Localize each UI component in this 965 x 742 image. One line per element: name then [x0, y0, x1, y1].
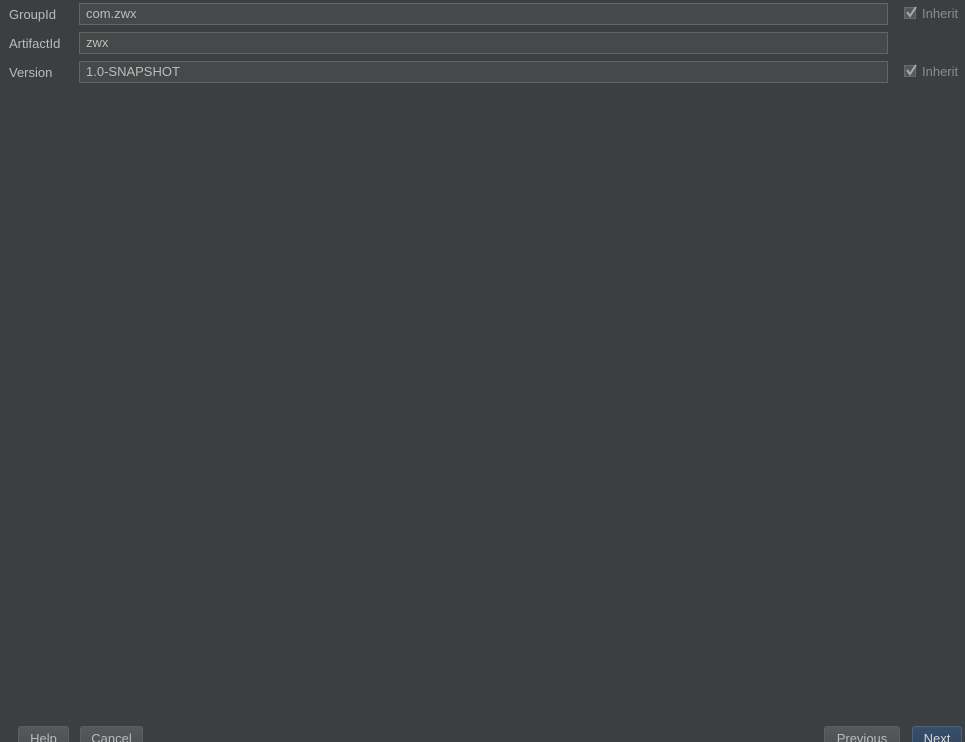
new-project-dialog: GroupId Inherit ArtifactId Version Inher… [0, 0, 965, 742]
next-button[interactable]: Next [912, 726, 962, 742]
version-inherit-label: Inherit [922, 63, 959, 79]
version-field[interactable] [79, 61, 888, 83]
artifact-id-field[interactable] [79, 32, 888, 54]
previous-button[interactable]: Previous [824, 726, 900, 742]
version-inherit-check-box[interactable] [904, 64, 917, 77]
version-inherit-checkbox[interactable]: Inherit [904, 61, 958, 85]
group-id-field[interactable] [79, 3, 888, 25]
check-icon [906, 6, 917, 18]
group-id-inherit-check-box[interactable] [904, 6, 917, 19]
artifact-id-row: ArtifactId [0, 32, 965, 56]
group-id-label: GroupId [9, 7, 56, 22]
group-id-inherit-checkbox[interactable]: Inherit [904, 3, 958, 27]
group-id-row: GroupId Inherit [0, 3, 965, 27]
version-row: Version Inherit [0, 61, 965, 85]
help-button[interactable]: Help [18, 726, 69, 742]
version-label: Version [9, 65, 53, 80]
cancel-button[interactable]: Cancel [80, 726, 143, 742]
artifact-id-label: ArtifactId [9, 36, 61, 51]
group-id-inherit-label: Inherit [922, 5, 959, 21]
check-icon [906, 64, 917, 76]
